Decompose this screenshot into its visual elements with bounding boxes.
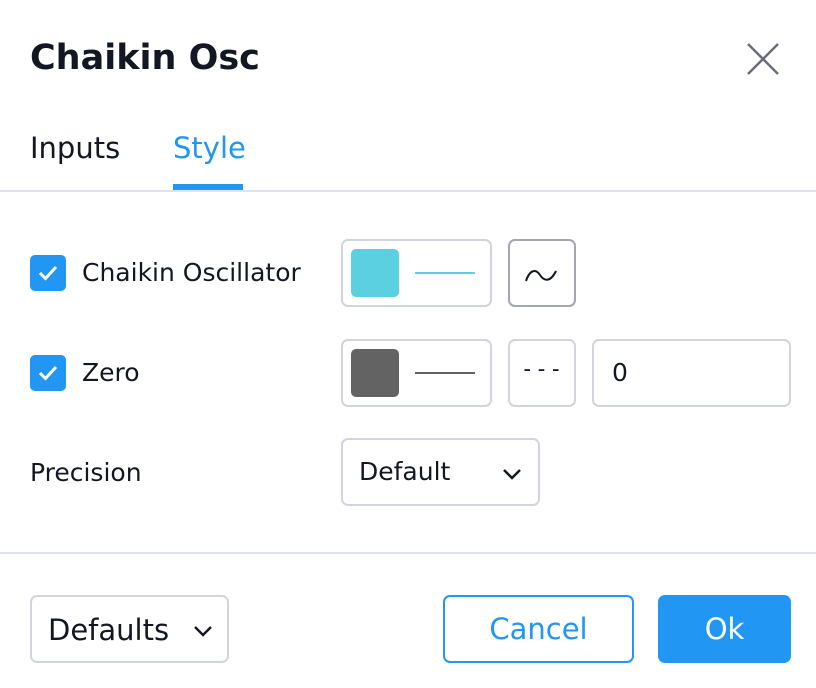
tab-inputs[interactable]: Inputs <box>30 128 120 168</box>
footer-divider <box>0 552 816 554</box>
active-tab-indicator <box>173 184 243 190</box>
defaults-dropdown[interactable]: Defaults <box>30 595 229 663</box>
ok-button[interactable]: Ok <box>658 595 791 663</box>
indicator-settings-dialog: Chaikin Osc Inputs Style Chaikin Oscilla… <box>0 0 816 688</box>
zero-level-input[interactable]: 0 <box>592 339 791 407</box>
oscillator-checkbox[interactable] <box>30 255 66 291</box>
line-plot-icon <box>525 270 557 282</box>
line-style-button[interactable]: --- <box>508 339 576 407</box>
cancel-button[interactable]: Cancel <box>443 595 634 663</box>
tab-bar: Inputs Style <box>0 118 816 192</box>
precision-select[interactable]: Default <box>341 438 540 506</box>
dialog-title: Chaikin Osc <box>30 38 260 78</box>
oscillator-color-swatch <box>351 249 399 297</box>
precision-selected-value: Default <box>359 457 451 486</box>
tab-style[interactable]: Style <box>173 128 246 168</box>
close-icon <box>747 43 779 75</box>
checkmark-icon <box>38 265 58 281</box>
chevron-down-icon <box>192 623 214 642</box>
checkmark-icon <box>38 365 58 381</box>
zero-label: Zero <box>82 358 140 387</box>
defaults-label: Defaults <box>48 613 170 647</box>
close-button[interactable] <box>740 38 784 82</box>
oscillator-label: Chaikin Oscillator <box>82 258 301 287</box>
zero-color-line-picker[interactable] <box>341 339 492 407</box>
zero-color-swatch <box>351 349 399 397</box>
oscillator-color-line-picker[interactable] <box>341 239 492 307</box>
dashed-line-style-glyph: --- <box>520 357 564 382</box>
chevron-down-icon <box>501 466 523 485</box>
zero-line-sample <box>415 372 475 374</box>
oscillator-line-sample <box>415 272 475 274</box>
zero-checkbox[interactable] <box>30 355 66 391</box>
plot-type-button[interactable] <box>508 239 576 307</box>
precision-label: Precision <box>30 458 142 487</box>
